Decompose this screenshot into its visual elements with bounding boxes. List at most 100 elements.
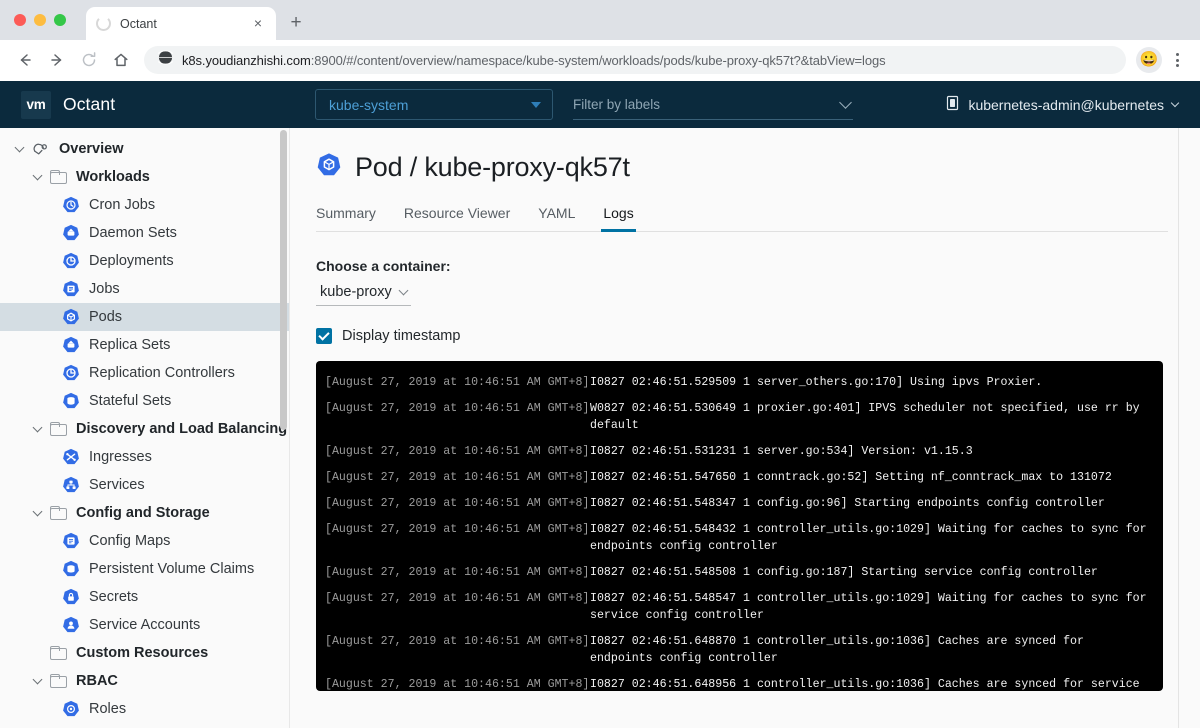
folder-icon xyxy=(50,170,67,184)
app-brand: vm Octant xyxy=(0,90,290,119)
browser-tabstrip: Octant × + xyxy=(0,0,1200,40)
minimize-window-button[interactable] xyxy=(34,14,46,26)
sidebar-item-label: Service Accounts xyxy=(89,617,201,633)
tab-yaml[interactable]: YAML xyxy=(524,205,589,231)
service-icon xyxy=(62,476,80,494)
sidebar-item-config-and-storage[interactable]: Config and Storage xyxy=(0,499,289,527)
log-timestamp: [August 27, 2019 at 10:46:51 AM GMT+8] xyxy=(325,592,590,605)
sidebar-item-stateful-sets[interactable]: Stateful Sets xyxy=(0,387,289,415)
log-line: [August 27, 2019 at 10:46:51 AM GMT+8] I0… xyxy=(325,564,1149,581)
browser-menu-icon[interactable] xyxy=(1164,47,1190,73)
main-content: Pod / kube-proxy-qk57t Summary Resource V… xyxy=(290,128,1200,728)
job-icon xyxy=(62,280,80,298)
sidebar-item-label: Ingresses xyxy=(89,449,152,465)
checkbox-checked-icon[interactable] xyxy=(316,328,332,344)
close-window-button[interactable] xyxy=(14,14,26,26)
sidebar-item-service-accounts[interactable]: Service Accounts xyxy=(0,611,289,639)
browser-toolbar: k8s.youdianzhishi.com:8900/#/content/ove… xyxy=(0,40,1200,81)
sidebar-item-label: Replica Sets xyxy=(89,337,171,353)
chevron-down-icon[interactable] xyxy=(24,506,50,519)
page-title-text: Pod / kube-proxy-qk57t xyxy=(355,152,630,182)
log-line: [August 27, 2019 at 10:46:51 AM GMT+8] I0… xyxy=(325,521,1149,555)
home-icon[interactable] xyxy=(106,45,136,75)
sidebar-item-secrets[interactable]: Secrets xyxy=(0,583,289,611)
sidebar-item-label: Cron Jobs xyxy=(89,197,156,213)
sidebar-item-workloads[interactable]: Workloads xyxy=(0,163,289,191)
sidebar-item-ingresses[interactable]: Ingresses xyxy=(0,443,289,471)
log-message: I0827 02:46:51.547650 1 conntrack.go:52]… xyxy=(590,471,1112,484)
sidebar-nav: Overview Workloads Cron Jobs Daemon Sets Dep… xyxy=(0,128,290,728)
namespace-selector[interactable]: kube-system xyxy=(315,89,553,120)
tab-logs[interactable]: Logs xyxy=(589,205,647,232)
label-filter-input[interactable]: Filter by labels xyxy=(573,90,853,120)
chevron-down-icon[interactable] xyxy=(24,422,50,435)
sidebar-item-roles[interactable]: Roles xyxy=(0,695,289,723)
folder-icon xyxy=(50,674,67,688)
sidebar-item-services[interactable]: Services xyxy=(0,471,289,499)
log-message: I0827 02:46:51.529509 1 server_others.go… xyxy=(590,376,1043,389)
chevron-down-icon[interactable] xyxy=(24,674,50,687)
sidebar-item-cron-jobs[interactable]: Cron Jobs xyxy=(0,191,289,219)
configmap-icon xyxy=(62,532,80,550)
log-timestamp: [August 27, 2019 at 10:46:51 AM GMT+8] xyxy=(325,402,590,415)
namespace-value: kube-system xyxy=(329,96,409,113)
sidebar-item-label: Overview xyxy=(59,141,124,157)
sidebar-item-deployments[interactable]: Deployments xyxy=(0,247,289,275)
maximize-window-button[interactable] xyxy=(54,14,66,26)
cluster-context-selector[interactable]: kubernetes-admin@kubernetes xyxy=(945,95,1180,114)
back-icon[interactable] xyxy=(10,45,40,75)
pod-icon xyxy=(316,152,342,183)
sidebar-item-label: Jobs xyxy=(89,281,120,297)
sidebar-item-label: Workloads xyxy=(76,169,150,185)
sidebar-item-pods[interactable]: Pods xyxy=(0,303,289,331)
log-timestamp: [August 27, 2019 at 10:46:51 AM GMT+8] xyxy=(325,445,590,458)
caret-down-icon xyxy=(531,101,541,108)
sidebar-item-label: Pods xyxy=(89,309,123,325)
sidebar-item-config-maps[interactable]: Config Maps xyxy=(0,527,289,555)
sidebar-item-discovery-and-load-balancing[interactable]: Discovery and Load Balancing xyxy=(0,415,289,443)
sidebar-item-custom-resources[interactable]: Custom Resources xyxy=(0,639,289,667)
folder-icon xyxy=(50,646,67,660)
sidebar-item-label: Custom Resources xyxy=(76,645,209,661)
forward-icon[interactable] xyxy=(42,45,72,75)
ingress-icon xyxy=(62,448,80,466)
chevron-down-icon[interactable] xyxy=(6,142,32,155)
sidebar-item-label: Replication Controllers xyxy=(89,365,235,381)
sidebar-item-rbac[interactable]: RBAC xyxy=(0,667,289,695)
sidebar-item-label: Roles xyxy=(89,701,127,717)
chevron-down-icon xyxy=(1170,98,1180,108)
role-icon xyxy=(62,700,80,718)
sidebar-item-label: Daemon Sets xyxy=(89,225,177,241)
sidebar-item-label: RBAC xyxy=(76,673,118,689)
sidebar-item-daemon-sets[interactable]: Daemon Sets xyxy=(0,219,289,247)
log-line: [August 27, 2019 at 10:46:51 AM GMT+8] I0… xyxy=(325,633,1149,667)
sidebar-item-persistent-volume-claims[interactable]: Persistent Volume Claims xyxy=(0,555,289,583)
sidebar-item-label: Discovery and Load Balancing xyxy=(76,421,288,437)
content-tabs: Summary Resource Viewer YAML Logs xyxy=(316,205,1168,232)
log-message: I0827 02:46:51.548547 1 controller_utils… xyxy=(590,592,1147,622)
log-message: I0827 02:46:51.548432 1 controller_utils… xyxy=(590,523,1147,553)
statefulset-icon xyxy=(62,392,80,410)
address-bar[interactable]: k8s.youdianzhishi.com:8900/#/content/ove… xyxy=(144,46,1126,74)
browser-tab[interactable]: Octant × xyxy=(86,7,276,40)
log-timestamp: [August 27, 2019 at 10:46:51 AM GMT+8] xyxy=(325,678,590,691)
log-viewer[interactable]: [August 27, 2019 at 10:46:51 AM GMT+8] I0… xyxy=(316,361,1163,691)
chevron-down-icon[interactable] xyxy=(24,170,50,183)
sidebar-item-overview[interactable]: Overview xyxy=(0,135,289,163)
profile-avatar[interactable]: 😀 xyxy=(1136,47,1162,73)
new-tab-button[interactable]: + xyxy=(282,9,310,37)
display-timestamp-checkbox[interactable]: Display timestamp xyxy=(316,328,1168,344)
display-timestamp-label: Display timestamp xyxy=(342,328,461,344)
serviceaccount-icon xyxy=(62,616,80,634)
tab-resource-viewer[interactable]: Resource Viewer xyxy=(390,205,524,231)
log-line: [August 27, 2019 at 10:46:51 AM GMT+8] I0… xyxy=(325,443,1149,460)
container-select[interactable]: kube-proxy xyxy=(316,284,411,306)
folder-icon xyxy=(50,506,67,520)
sidebar-item-replica-sets[interactable]: Replica Sets xyxy=(0,331,289,359)
sidebar-item-replication-controllers[interactable]: Replication Controllers xyxy=(0,359,289,387)
reload-icon[interactable] xyxy=(74,45,104,75)
close-icon[interactable]: × xyxy=(250,15,266,32)
sidebar-item-jobs[interactable]: Jobs xyxy=(0,275,289,303)
sidebar-scrollbar[interactable] xyxy=(280,130,287,430)
tab-summary[interactable]: Summary xyxy=(316,205,390,231)
